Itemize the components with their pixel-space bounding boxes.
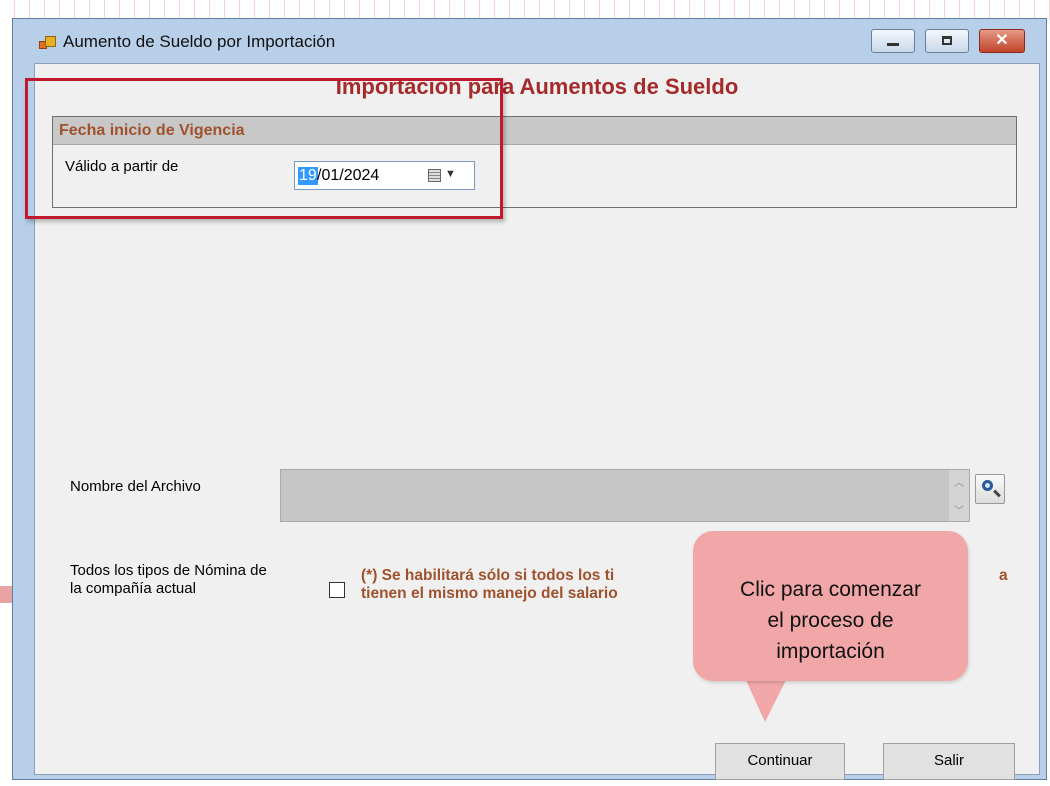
minimize-button[interactable]: [871, 29, 915, 53]
title-bar: Aumento de Sueldo por Importación ✕: [13, 19, 1046, 63]
highlight-box: [25, 78, 503, 219]
app-icon: [39, 36, 56, 50]
note-line2: tienen el mismo manejo del salario: [361, 585, 618, 602]
search-icon: [982, 480, 993, 491]
scroll-up-icon[interactable]: ︿: [949, 474, 969, 489]
search-icon-handle: [993, 489, 1001, 498]
payroll-label-line2: la compañía actual: [70, 580, 196, 597]
continue-button[interactable]: Continuar: [715, 743, 845, 780]
close-icon: ✕: [995, 32, 1009, 49]
file-field-scrollbar[interactable]: ︿ ﹀: [949, 470, 969, 521]
minimize-icon: [887, 43, 899, 46]
callout-line2: el proceso de: [767, 609, 894, 632]
note-line1: (*) Se habilitará sólo si todos los ti: [361, 567, 615, 584]
maximize-button[interactable]: [925, 29, 969, 53]
maximize-icon: [942, 36, 952, 45]
callout-line3: importación: [776, 640, 885, 663]
callout-line1: Clic para comenzar: [740, 578, 921, 601]
enable-note: (*) Se habilitará sólo si todos los ti t…: [361, 567, 618, 603]
close-button[interactable]: ✕: [979, 29, 1025, 53]
background-pattern: [0, 0, 1050, 20]
callout-pointer: [745, 678, 787, 722]
note-tail: a: [999, 567, 1008, 584]
window-title: Aumento de Sueldo por Importación: [63, 32, 336, 51]
all-payroll-types-checkbox[interactable]: [329, 582, 345, 598]
payroll-types-label: Todos los tipos de Nómina de la compañía…: [70, 562, 267, 598]
callout-tooltip: Clic para comenzar el proceso de importa…: [693, 531, 968, 681]
exit-button[interactable]: Salir: [883, 743, 1015, 780]
file-name-field[interactable]: ︿ ﹀: [280, 469, 970, 522]
browse-file-button[interactable]: [975, 474, 1005, 504]
payroll-label-line1: Todos los tipos de Nómina de: [70, 562, 267, 579]
file-name-label: Nombre del Archivo: [70, 478, 201, 495]
scroll-down-icon[interactable]: ﹀: [949, 502, 969, 517]
